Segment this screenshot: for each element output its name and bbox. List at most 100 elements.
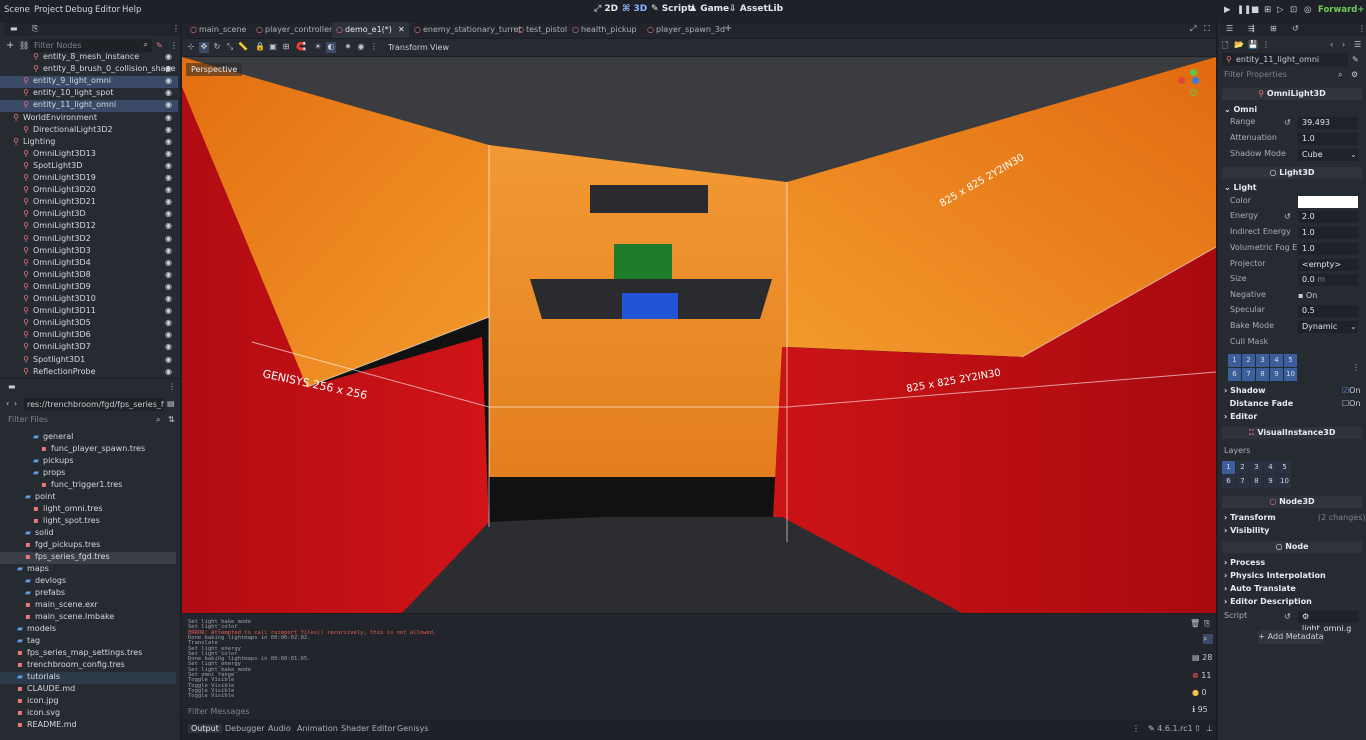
- tree-node[interactable]: ⚲ entity_9_light_omni ◉: [0, 76, 178, 89]
- history-list-icon[interactable]: ☰: [1354, 40, 1361, 49]
- tree-node[interactable]: ⚲ WorldEnvironment ◉: [0, 113, 178, 125]
- import-tab-icon[interactable]: ⎘: [32, 24, 38, 34]
- energy-field[interactable]: 2.0: [1298, 211, 1358, 223]
- scale-mode-icon[interactable]: ⤡: [225, 42, 235, 53]
- tree-node[interactable]: ⚲ OmniLight3D21 ◉: [0, 197, 178, 209]
- layer-bit[interactable]: 7: [1242, 368, 1255, 381]
- object-selector[interactable]: ⚲ entity_11_light_omni: [1222, 53, 1348, 66]
- pin-panel-icon[interactable]: ⊥: [1206, 724, 1213, 733]
- env-settings-icon[interactable]: ◉: [356, 42, 366, 53]
- preview-env-icon[interactable]: ◐: [326, 42, 336, 53]
- more-icon[interactable]: ⋮: [369, 42, 379, 53]
- bottom-tab[interactable]: Shader Editor: [341, 724, 396, 733]
- layer-bit[interactable]: 6: [1228, 368, 1241, 381]
- script-attach-icon[interactable]: ✎: [156, 41, 163, 50]
- movie-maker-icon[interactable]: ◎: [1304, 5, 1311, 15]
- inspector-options-icon[interactable]: ⋮: [1262, 40, 1270, 49]
- forward-icon[interactable]: ›: [14, 399, 17, 408]
- z-axis-icon[interactable]: [1192, 77, 1199, 84]
- tree-node[interactable]: ⚲ OmniLight3D20 ◉: [0, 185, 178, 197]
- preview-sun-icon[interactable]: ☀: [313, 42, 323, 53]
- workspace-2d-button[interactable]: ⤢ 2D: [594, 4, 618, 14]
- file-item[interactable]: ▰ solid: [0, 528, 176, 540]
- negative-checkbox[interactable]: ▪ On: [1298, 291, 1317, 300]
- bottom-tab[interactable]: Animation: [297, 724, 338, 733]
- play-scene-icon[interactable]: ▷: [1277, 5, 1284, 15]
- add-node-icon[interactable]: +: [6, 40, 14, 51]
- tree-node[interactable]: ⚲ OmniLight3D10 ◉: [0, 294, 178, 306]
- menu-help[interactable]: Help: [122, 5, 141, 15]
- back-icon[interactable]: ‹: [6, 399, 9, 408]
- stop-icon[interactable]: ■: [1251, 5, 1259, 15]
- visibility-group[interactable]: › Visibility: [1224, 526, 1269, 535]
- history-tab-icon[interactable]: ↺: [1292, 24, 1299, 33]
- menu-debug[interactable]: Debug: [65, 5, 93, 15]
- visibility-icon[interactable]: ◉: [165, 149, 172, 158]
- file-item[interactable]: ▰ props: [0, 468, 176, 480]
- visibility-icon[interactable]: ◉: [165, 306, 172, 315]
- tree-node[interactable]: ⚲ OmniLight3D19 ◉: [0, 173, 178, 185]
- layer-bit[interactable]: 8: [1250, 475, 1263, 488]
- scene-tab[interactable]: ○ player_controller: [252, 22, 336, 38]
- tree-node[interactable]: ⚲ OmniLight3D11 ◉: [0, 306, 178, 318]
- errors-count-button[interactable]: ⊗ 11: [1192, 671, 1211, 680]
- signals-tab-icon[interactable]: ⇶: [1248, 24, 1255, 33]
- close-tab-icon[interactable]: ✕: [398, 25, 405, 34]
- color-swatch[interactable]: [1298, 196, 1358, 208]
- file-item[interactable]: ▪ light_omni.tres: [0, 504, 176, 516]
- visibility-icon[interactable]: ◉: [165, 76, 172, 85]
- tree-node[interactable]: ⚲ entity_8_mesh_instance ◉: [0, 52, 178, 64]
- file-item[interactable]: ▪ README.md: [0, 720, 176, 732]
- layer-bit[interactable]: 8: [1256, 368, 1269, 381]
- filter-nodes-input[interactable]: Filter Nodes ⌕: [30, 39, 152, 52]
- menu-scene[interactable]: Scene: [4, 5, 30, 15]
- tree-node[interactable]: ⚲ OmniLight3D12 ◉: [0, 221, 178, 233]
- layer-bit[interactable]: 10: [1278, 475, 1291, 488]
- layer-bit[interactable]: 4: [1270, 354, 1283, 367]
- transform-menu[interactable]: Transform: [388, 43, 428, 52]
- file-item[interactable]: ▪ trenchbroom_config.tres: [0, 660, 176, 672]
- tree-node[interactable]: ⚲ DirectionalLight3D2 ◉: [0, 125, 178, 137]
- visibility-icon[interactable]: ◉: [165, 367, 172, 376]
- cull-mask-menu-icon[interactable]: ⋮: [1352, 363, 1360, 372]
- tree-node[interactable]: ⚲ OmniLight3D6 ◉: [0, 330, 178, 342]
- file-item[interactable]: ▪ main_scene.lmbake: [0, 612, 176, 624]
- fullscreen-icon[interactable]: ⛶: [1204, 24, 1210, 34]
- bottom-tab[interactable]: Genisys: [397, 724, 428, 733]
- visibility-icon[interactable]: ◉: [165, 125, 172, 134]
- tree-node[interactable]: ⚲ entity_11_light_omni ◉: [0, 100, 178, 113]
- visibility-icon[interactable]: ◉: [165, 88, 172, 97]
- file-item[interactable]: ▰ tutorials: [0, 672, 176, 684]
- scene-tab[interactable]: ○ health_pickup: [568, 22, 641, 38]
- shadow-group[interactable]: › Shadow: [1224, 386, 1266, 395]
- tree-node[interactable]: ⚲ ReflectionProbe ◉: [0, 367, 178, 378]
- visibility-icon[interactable]: ◉: [165, 294, 172, 303]
- tree-node[interactable]: ⚲ Lighting ◉: [0, 137, 178, 149]
- tree-node[interactable]: ⚲ OmniLight3D ◉: [0, 209, 178, 221]
- file-item[interactable]: ▪ fps_series_map_settings.tres: [0, 648, 176, 660]
- workspace-game-button[interactable]: ♟ Game: [689, 4, 729, 14]
- layer-bit[interactable]: 4: [1264, 461, 1277, 474]
- search-output-icon[interactable]: ⌕: [1203, 634, 1213, 644]
- layer-bit[interactable]: 10: [1284, 368, 1297, 381]
- light-group-header[interactable]: ⌄ Light: [1224, 183, 1257, 192]
- scene-tab[interactable]: ○ enemy_stationary_turret: [410, 22, 525, 38]
- bottom-menu-icon[interactable]: ⋮: [1132, 724, 1140, 733]
- history-forward-icon[interactable]: ›: [1342, 40, 1345, 49]
- perspective-menu[interactable]: Perspective: [186, 63, 243, 76]
- snap-icon[interactable]: 🧲: [296, 42, 306, 53]
- auto-translate-group[interactable]: › Auto Translate: [1224, 584, 1296, 593]
- visibility-icon[interactable]: ◉: [165, 161, 172, 170]
- bake-mode-select[interactable]: Dynamic: [1298, 321, 1358, 333]
- file-item[interactable]: ▰ general: [0, 432, 176, 444]
- visibility-icon[interactable]: ◉: [165, 342, 172, 351]
- play-custom-icon[interactable]: ⊡: [1290, 5, 1297, 15]
- file-item[interactable]: ▪ main_scene.exr: [0, 600, 176, 612]
- distraction-free-icon[interactable]: ⤢: [1190, 24, 1196, 34]
- scene-tab[interactable]: ○ player_spawn_3d: [643, 22, 729, 38]
- file-item[interactable]: ▪ icon.jpg: [0, 696, 176, 708]
- projector-field[interactable]: <empty>: [1298, 259, 1358, 271]
- renderer-select[interactable]: Forward+: [1318, 5, 1364, 15]
- omni-group-header[interactable]: ⌄ Omni: [1224, 105, 1257, 114]
- shadow-mode-select[interactable]: Cube: [1298, 149, 1358, 161]
